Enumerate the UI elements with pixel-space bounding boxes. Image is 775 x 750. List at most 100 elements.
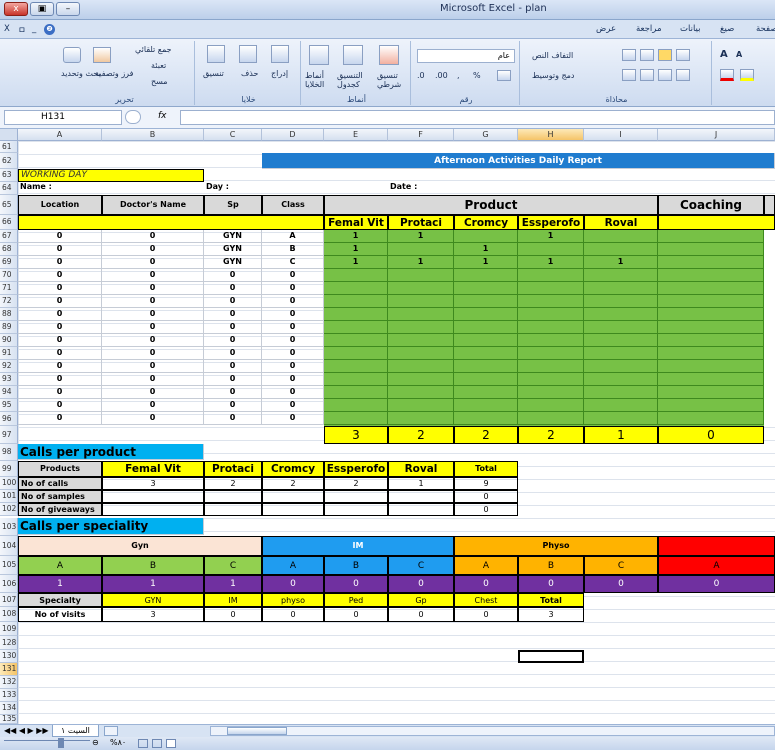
row-header[interactable]: 109	[0, 622, 18, 636]
product-count-cell[interactable]	[454, 360, 518, 373]
page-break-view-icon[interactable]	[138, 739, 148, 748]
sp-cell[interactable]: 0	[204, 399, 262, 412]
product-count-cell[interactable]: 1	[518, 256, 584, 269]
spec-value-cell[interactable]: 0	[324, 575, 388, 593]
product-count-cell[interactable]	[584, 334, 658, 347]
doctor-cell[interactable]: 0	[102, 295, 204, 308]
sp-cell[interactable]: 0	[204, 269, 262, 282]
sp-cell[interactable]: 0	[204, 334, 262, 347]
product-count-cell[interactable]: 1	[454, 256, 518, 269]
location-cell[interactable]: 0	[18, 412, 102, 425]
horizontal-scroll-thumb[interactable]	[227, 727, 287, 735]
visits-value-cell[interactable]: 0	[388, 607, 454, 622]
row-header[interactable]: 134	[0, 702, 18, 715]
header-doctor-name[interactable]: Doctor's Name	[102, 195, 204, 215]
calls-per-product-title[interactable]: Calls per product	[18, 444, 204, 460]
product-total-cell[interactable]: 2	[518, 426, 584, 444]
coaching-cell[interactable]	[658, 347, 764, 360]
col-header-b[interactable]: B	[102, 129, 204, 141]
row-header[interactable]: 63	[0, 169, 18, 182]
location-cell[interactable]: 0	[18, 347, 102, 360]
row-header[interactable]: 106	[0, 575, 18, 593]
row-header[interactable]: 135	[0, 715, 18, 724]
product-count-cell[interactable]: 1	[324, 243, 388, 256]
product-count-cell[interactable]	[518, 243, 584, 256]
name-box[interactable]: H131	[4, 110, 122, 125]
visits-header-cell[interactable]: Chest	[454, 593, 518, 607]
location-cell[interactable]: 0	[18, 269, 102, 282]
coaching-cell[interactable]	[658, 360, 764, 373]
product-count-cell[interactable]: 1	[388, 230, 454, 243]
product-count-cell[interactable]	[584, 308, 658, 321]
product-count-cell[interactable]	[454, 230, 518, 243]
visits-value-cell[interactable]: 0	[454, 607, 518, 622]
restore-window-button[interactable]: ▣	[30, 2, 54, 16]
header-class[interactable]: Class	[262, 195, 324, 215]
cpp-product-header[interactable]: Roval	[388, 461, 454, 477]
spec-value-cell[interactable]: 1	[18, 575, 102, 593]
product-count-cell[interactable]	[454, 412, 518, 425]
class-cell[interactable]: 0	[262, 347, 324, 360]
text-direction-icon[interactable]	[622, 49, 636, 61]
location-cell[interactable]: 0	[18, 373, 102, 386]
product-count-cell[interactable]	[584, 282, 658, 295]
product-count-cell[interactable]: 1	[518, 230, 584, 243]
visits-value-cell[interactable]: 3	[518, 607, 584, 622]
spec-group-physo[interactable]: Physo	[454, 536, 658, 556]
row-header[interactable]: 70	[0, 269, 18, 282]
product-total-cell[interactable]: 2	[388, 426, 454, 444]
mdi-minimize-button[interactable]: _	[32, 24, 36, 34]
product-count-cell[interactable]	[454, 282, 518, 295]
cpp-value-cell[interactable]	[324, 490, 388, 503]
cell-styles-button[interactable]: أنماط الخلايا	[305, 71, 333, 89]
product-count-cell[interactable]	[388, 412, 454, 425]
row-header[interactable]: 64	[0, 182, 18, 195]
product-count-cell[interactable]	[518, 308, 584, 321]
row-header[interactable]: 108	[0, 607, 18, 622]
cpp-value-cell[interactable]: 2	[204, 477, 262, 490]
class-cell[interactable]: A	[262, 230, 324, 243]
grow-font-button[interactable]: A	[720, 49, 728, 60]
doctor-cell[interactable]: 0	[102, 256, 204, 269]
product-count-cell[interactable]	[324, 373, 388, 386]
cpp-row-label[interactable]: No of samples	[18, 490, 102, 503]
class-cell[interactable]: 0	[262, 282, 324, 295]
align-middle-icon[interactable]	[658, 49, 672, 61]
autosum-button[interactable]: جمع تلقائي	[135, 45, 172, 54]
product-count-cell[interactable]	[324, 360, 388, 373]
product-count-cell[interactable]	[324, 269, 388, 282]
sp-cell[interactable]: 0	[204, 308, 262, 321]
cpp-product-header[interactable]: Femal Vit	[102, 461, 204, 477]
outdent-icon[interactable]	[640, 69, 654, 81]
row-header[interactable]: 98	[0, 444, 18, 461]
cpp-value-cell[interactable]	[388, 503, 454, 516]
cpp-value-cell[interactable]: 2	[324, 477, 388, 490]
class-cell[interactable]: 0	[262, 399, 324, 412]
cpp-row-label[interactable]: No of giveaways	[18, 503, 102, 516]
visits-value-cell[interactable]: 0	[204, 607, 262, 622]
coaching-cell[interactable]	[658, 308, 764, 321]
product-count-cell[interactable]	[584, 230, 658, 243]
spec-value-cell[interactable]: 1	[102, 575, 204, 593]
product-count-cell[interactable]	[454, 386, 518, 399]
merge-center-button[interactable]: دمج وتوسيط	[532, 71, 575, 80]
spec-letter-cell[interactable]: C	[584, 556, 658, 575]
doctor-cell[interactable]: 0	[102, 399, 204, 412]
sp-cell[interactable]: GYN	[204, 230, 262, 243]
coaching-cell[interactable]	[658, 399, 764, 412]
col-header-j[interactable]: J	[658, 129, 775, 141]
product-count-cell[interactable]	[388, 373, 454, 386]
product-count-cell[interactable]	[454, 295, 518, 308]
product-count-cell[interactable]	[388, 334, 454, 347]
row-header[interactable]: 88	[0, 308, 18, 321]
product-count-cell[interactable]	[388, 295, 454, 308]
product-count-cell[interactable]	[584, 269, 658, 282]
increase-decimal-button[interactable]: .00	[435, 71, 448, 80]
product-header[interactable]: Protaci	[388, 215, 454, 230]
product-count-cell[interactable]	[388, 321, 454, 334]
doctor-cell[interactable]: 0	[102, 347, 204, 360]
class-cell[interactable]: 0	[262, 334, 324, 347]
visits-header-cell[interactable]: Total	[518, 593, 584, 607]
product-count-cell[interactable]	[324, 334, 388, 347]
namebox-dropdown-icon[interactable]	[125, 110, 141, 124]
